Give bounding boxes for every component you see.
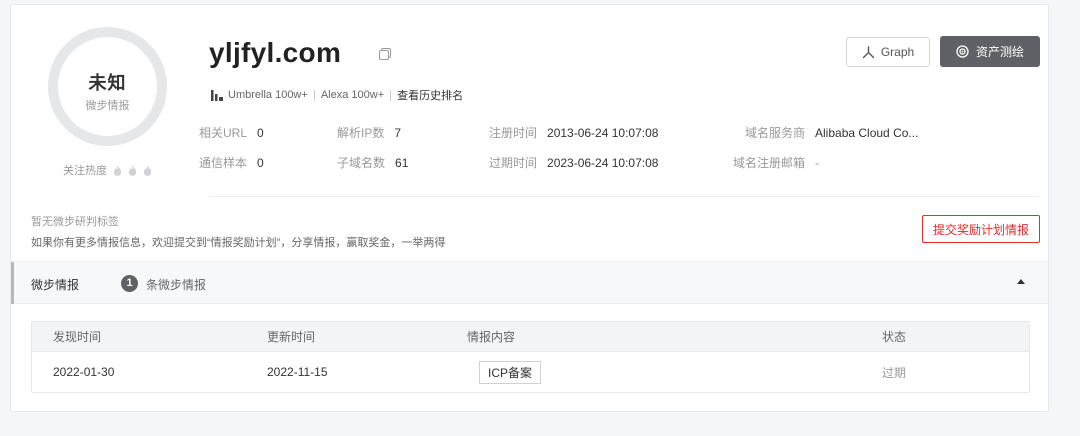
asset-map-button-label: 资产测绘	[975, 45, 1024, 59]
col-found-time: 发现时间	[53, 330, 102, 344]
expire-time-label: 过期时间	[489, 156, 538, 170]
alexa-label: Alexa	[320, 89, 349, 101]
submit-intel-button[interactable]: 提交奖励计划情报	[922, 215, 1040, 243]
related-url-label: 相关URL	[199, 126, 248, 140]
collapse-arrow-icon[interactable]	[1017, 279, 1025, 284]
intel-section-header[interactable]: 微步情报 1 条微步情报	[11, 261, 1048, 304]
updated-time-cell: 2022-11-15	[267, 365, 328, 379]
intel-content-cell: ICP备案	[479, 352, 542, 392]
registrar-field: 域名服务商 Alibaba Cloud Co...	[745, 124, 918, 141]
copy-icon[interactable]	[377, 46, 393, 62]
bar-chart-icon	[211, 89, 223, 101]
table-header: 发现时间 更新时间 情报内容 状态	[32, 322, 1029, 352]
graph-icon	[862, 45, 875, 58]
intel-count-badge: 1	[121, 275, 138, 292]
registrar-value: Alibaba Cloud Co...	[815, 126, 919, 140]
rank-row: Umbrella 100w+ Alexa 100w+ 查看历史排名	[211, 87, 463, 103]
expire-time-field: 过期时间 2023-06-24 10:07:08	[489, 154, 658, 171]
register-email-field: 域名注册邮箱 -	[733, 154, 819, 171]
register-time-label: 注册时间	[489, 126, 538, 140]
domain-card: 未知 微步情报 关注热度 yljfyl.com Umbrella 100w+ A…	[10, 4, 1049, 412]
resolved-ip-label: 解析IP数	[337, 126, 385, 140]
comm-samples-label: 通信样本	[199, 156, 248, 170]
subdomains-value[interactable]: 61	[395, 156, 408, 170]
radar-icon	[956, 45, 969, 58]
section-accent	[11, 262, 14, 304]
related-url-value[interactable]: 0	[257, 126, 264, 140]
graph-button[interactable]: Graph	[846, 37, 930, 67]
comm-samples-value[interactable]: 0	[257, 156, 264, 170]
flame-icon	[143, 164, 152, 176]
col-updated-time: 更新时间	[267, 330, 316, 344]
status-cell: 过期	[882, 365, 907, 380]
section-title: 微步情报	[31, 278, 80, 292]
comm-samples-field: 通信样本 0	[199, 154, 264, 171]
alexa-rank: 100w+	[351, 89, 385, 101]
divider	[209, 196, 1039, 197]
register-email-value: -	[815, 156, 820, 170]
flame-icon	[113, 164, 122, 176]
table-row: 2022-01-30 2022-11-15 ICP备案 过期	[32, 352, 1029, 392]
col-status: 状态	[882, 330, 907, 344]
attention-heat: 关注热度	[63, 162, 152, 178]
subdomains-field: 子域名数 61	[337, 154, 408, 171]
umbrella-rank: 100w+	[275, 89, 308, 101]
expire-time-value: 2023-06-24 10:07:08	[547, 156, 659, 170]
intel-tag[interactable]: ICP备案	[479, 360, 542, 384]
heat-label: 关注热度	[63, 165, 107, 177]
verdict-label: 未知	[88, 73, 127, 93]
register-time-field: 注册时间 2013-06-24 10:07:08	[489, 124, 658, 141]
verdict-source: 微步情报	[85, 100, 130, 112]
domain-title: yljfyl.com	[209, 37, 342, 68]
no-tags-text: 暂无微步研判标签	[31, 216, 119, 228]
asset-map-button[interactable]: 资产测绘	[940, 36, 1040, 67]
graph-button-label: Graph	[880, 45, 915, 59]
threat-gauge: 未知 微步情报	[48, 27, 167, 146]
related-url-field: 相关URL 0	[199, 124, 264, 141]
umbrella-label: Umbrella	[228, 89, 273, 101]
intel-count-label: 条微步情报	[146, 278, 207, 292]
register-email-label: 域名注册邮箱	[733, 156, 806, 170]
flame-icon	[128, 164, 137, 176]
register-time-value: 2013-06-24 10:07:08	[547, 126, 659, 140]
rank-history-link[interactable]: 查看历史排名	[397, 87, 463, 103]
rank-separator	[390, 89, 392, 101]
rank-separator	[313, 89, 315, 101]
resolved-ip-value[interactable]: 7	[394, 126, 401, 140]
found-time-cell: 2022-01-30	[53, 365, 115, 379]
col-intel-content: 情报内容	[467, 330, 516, 344]
reward-tip-text: 如果你有更多情报信息，欢迎提交到“情报奖励计划”，分享情报，赢取奖金，一举两得	[31, 237, 446, 249]
registrar-label: 域名服务商	[745, 126, 806, 140]
subdomains-label: 子域名数	[337, 156, 386, 170]
resolved-ip-field: 解析IP数 7	[337, 124, 401, 141]
intel-table: 发现时间 更新时间 情报内容 状态 2022-01-30 2022-11-15 …	[31, 321, 1030, 393]
